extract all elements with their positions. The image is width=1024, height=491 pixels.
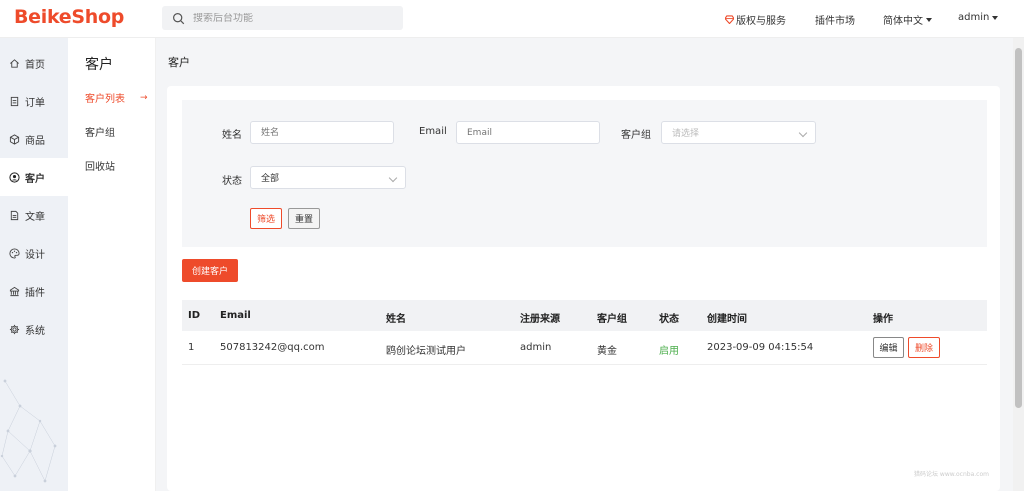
name-input[interactable] [250, 121, 394, 144]
status-badge: 启用 [659, 346, 679, 357]
sidebar-item-label: 系统 [25, 325, 45, 337]
sidebar-item-home[interactable]: 首页 [0, 44, 68, 82]
edit-button[interactable]: 编辑 [873, 337, 904, 358]
table-header: ID Email 姓名 注册来源 客户组 状态 创建时间 操作 [182, 300, 987, 331]
home-icon [10, 58, 19, 68]
cell-created: 2023-09-09 04:15:54 [707, 342, 814, 353]
language-label: 简体中文 [883, 16, 923, 27]
sidebar-item-products[interactable]: 商品 [0, 120, 68, 158]
caret-down-icon [992, 15, 999, 20]
create-customer-button[interactable]: 创建客户 [182, 259, 238, 282]
plugin-icon [9, 286, 20, 296]
arrow-right-icon: → [140, 93, 148, 103]
caret-down-icon [926, 17, 932, 22]
chevron-down-icon [798, 128, 808, 138]
sidebar-item-design[interactable]: 设计 [0, 234, 68, 272]
page-title: 客户 [168, 56, 190, 69]
sub-sidebar: 客户 客户列表 → 客户组 回收站 [68, 38, 156, 491]
col-email: Email [220, 310, 251, 321]
name-label: 姓名 [222, 130, 242, 141]
article-icon [10, 210, 19, 220]
box-icon [9, 133, 20, 145]
cell-email: 507813242@qq.com [220, 342, 325, 353]
filter-button[interactable]: 筛选 [250, 208, 282, 229]
subnav-item-recycle-bin[interactable]: 回收站 [85, 158, 115, 173]
palette-icon [9, 247, 20, 259]
col-created: 创建时间 [707, 314, 747, 325]
logo[interactable]: BeikeShop [14, 6, 124, 28]
sidebar-item-label: 首页 [25, 59, 45, 71]
sidebar-item-system[interactable]: 系统 [0, 310, 68, 348]
user-label: admin [958, 12, 990, 23]
col-name: 姓名 [386, 314, 406, 325]
chevron-down-icon [388, 173, 398, 183]
table-row: 1 507813242@qq.com 鸥创论坛测试用户 admin 黄金 启用 … [182, 331, 987, 365]
col-group: 客户组 [597, 314, 627, 325]
col-id: ID [188, 310, 201, 321]
group-label: 客户组 [621, 130, 651, 141]
cell-group: 黄金 [597, 346, 617, 357]
plugin-market-link[interactable]: 插件市场 [815, 12, 855, 27]
status-select[interactable]: 全部 [250, 166, 406, 189]
page-scrollbar[interactable] [1013, 38, 1024, 491]
sidebar-item-plugins[interactable]: 插件 [0, 272, 68, 310]
top-header: BeikeShop 版权与服务 插件市场 简体中文 admin [0, 0, 1024, 38]
order-icon [10, 96, 19, 106]
email-input[interactable] [456, 121, 600, 144]
scrollbar-thumb[interactable] [1015, 48, 1022, 408]
sidebar-item-label: 客户 [25, 173, 45, 185]
sidebar-item-articles[interactable]: 文章 [0, 196, 68, 234]
col-status: 状态 [659, 314, 679, 325]
diamond-icon [725, 15, 734, 24]
subnav-title: 客户 [85, 57, 113, 73]
user-dropdown[interactable]: admin [958, 12, 999, 23]
group-select[interactable]: 请选择 [661, 121, 816, 144]
cell-id: 1 [188, 342, 195, 353]
group-select-value: 请选择 [672, 129, 700, 139]
subnav-item-customer-group[interactable]: 客户组 [85, 124, 115, 139]
sidebar-item-label: 文章 [25, 211, 45, 223]
status-select-value: 全部 [261, 174, 280, 184]
col-source: 注册来源 [520, 314, 560, 325]
search-box[interactable] [162, 6, 403, 30]
search-input[interactable] [193, 12, 393, 24]
cell-name: 鸥创论坛测试用户 [386, 346, 466, 357]
sidebar-item-customers[interactable]: 客户 [0, 158, 68, 196]
language-dropdown[interactable]: 简体中文 [883, 12, 932, 27]
copyright-label: 版权与服务 [736, 16, 786, 27]
gear-icon [9, 324, 20, 334]
copyright-link[interactable]: 版权与服务 [725, 12, 786, 27]
sidebar-item-label: 插件 [25, 287, 45, 299]
search-icon [173, 12, 185, 24]
sidebar-item-label: 商品 [25, 135, 45, 147]
network-decoration [0, 379, 57, 483]
sidebar-item-label: 设计 [25, 249, 45, 261]
col-actions: 操作 [873, 314, 893, 325]
email-label: Email [419, 126, 447, 137]
subnav-item-customer-list[interactable]: 客户列表 [85, 90, 125, 105]
watermark: 猎码论坛 www.ocnba.com [914, 471, 989, 478]
cell-source: admin [520, 342, 552, 353]
user-icon [9, 171, 20, 183]
sidebar-item-label: 订单 [25, 97, 45, 109]
delete-button[interactable]: 删除 [908, 337, 940, 358]
status-label: 状态 [222, 176, 242, 187]
main-sidebar: 首页 订单 商品 客户 文章 设计 插件 系统 [0, 38, 68, 491]
reset-button[interactable]: 重置 [288, 208, 320, 229]
sidebar-item-orders[interactable]: 订单 [0, 82, 68, 120]
